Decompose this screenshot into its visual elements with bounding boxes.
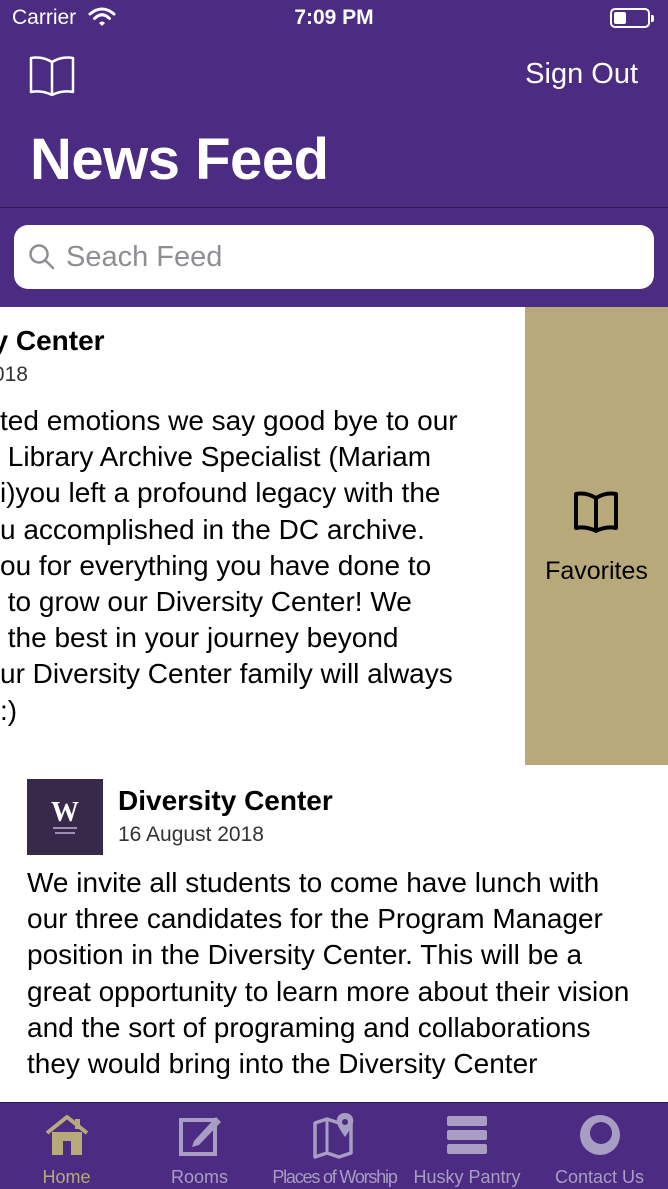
clock-label: 7:09 PM	[294, 6, 374, 29]
tab-contact-us[interactable]: Contact Us	[531, 1103, 668, 1189]
nav-header: Sign Out News Feed	[0, 40, 668, 207]
feed-post[interactable]: iversity Center August 2018 ted emotions…	[0, 307, 525, 765]
edit-icon	[176, 1111, 224, 1159]
tab-places-of-worship[interactable]: Places of Worship	[266, 1103, 403, 1189]
post-body: We invite all students to come have lunc…	[27, 867, 630, 1080]
tab-label: Home	[42, 1167, 91, 1187]
tab-label: Husky Pantry	[413, 1167, 521, 1187]
tab-husky-pantry[interactable]: Husky Pantry	[403, 1103, 531, 1189]
book-outline-icon[interactable]	[28, 54, 76, 97]
tab-label: Places of Worship	[272, 1167, 398, 1187]
post-author: iversity Center	[0, 325, 105, 356]
search-input[interactable]	[66, 235, 636, 279]
feed-post[interactable]: W Diversity Center 16 August 2018 We inv…	[0, 765, 668, 1102]
news-feed-list[interactable]: iversity Center August 2018 ted emotions…	[0, 307, 668, 1102]
favorites-label: Favorites	[545, 557, 648, 585]
tab-label: Contact Us	[554, 1167, 645, 1187]
avatar-letter: W	[51, 797, 79, 828]
menu-icon	[443, 1111, 491, 1159]
tab-label: Rooms	[170, 1167, 228, 1187]
tab-home[interactable]: Home	[0, 1103, 133, 1189]
post-body: ted emotions we say good bye to our Libr…	[0, 405, 458, 726]
support-icon	[576, 1111, 624, 1159]
search-icon	[28, 243, 56, 271]
home-icon	[43, 1111, 91, 1159]
post-date: 16 August 2018	[118, 823, 264, 846]
tab-bar: Home Rooms Places of Worship Husky Pantr…	[0, 1102, 668, 1189]
book-icon	[573, 491, 619, 533]
search-bar[interactable]	[14, 225, 654, 289]
favorites-swipe-button[interactable]: Favorites	[525, 307, 668, 765]
page-title: News Feed	[30, 127, 329, 192]
post-date: August 2018	[0, 363, 28, 386]
search-container	[0, 207, 668, 307]
post-author: Diversity Center	[118, 785, 333, 816]
battery-icon	[610, 8, 654, 28]
map-pin-icon	[311, 1111, 359, 1159]
avatar: W	[27, 779, 103, 855]
status-bar: Carrier 7:09 PM	[0, 0, 668, 40]
tab-rooms[interactable]: Rooms	[133, 1103, 266, 1189]
sign-out-button[interactable]: Sign Out	[525, 58, 638, 91]
